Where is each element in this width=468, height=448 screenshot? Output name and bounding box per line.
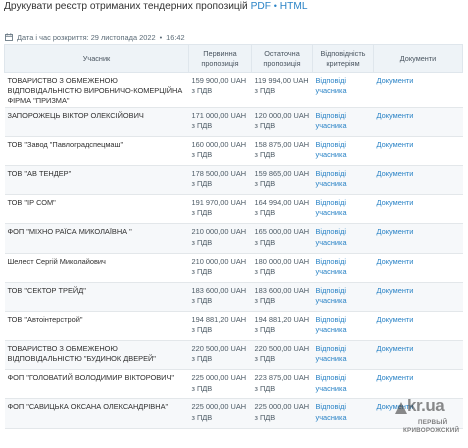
table-row: Шелест Сергій Миколайович 210 000,00 UAH…: [4, 253, 463, 283]
initial-offer: 194 881,20 UAH з ПДВ: [188, 311, 252, 342]
table-row: ТОВАРИСТВО З ОБМЕЖЕНОЮ ВІДПОВІДАЛЬНІСТЮ …: [4, 72, 463, 108]
participant-name: ТОВАРИСТВО З ОБМЕЖЕНОЮ ВІДПОВІДАЛЬНІСТЮ …: [4, 72, 189, 108]
participant-answers-link[interactable]: Відповіді учасника: [312, 340, 374, 371]
final-offer: 180 000,00 UAH з ПДВ: [251, 253, 313, 283]
participant-name: ФОП "САВИЦЬКА ОКСАНА ОЛЕКСАНДРІВНА": [4, 398, 189, 429]
participant-answers-link[interactable]: Відповіді учасника: [312, 311, 374, 342]
documents-link[interactable]: Документи: [373, 223, 463, 254]
participant-answers-link[interactable]: Відповіді учасника: [312, 369, 374, 400]
table-row: ЗАПОРОЖЕЦЬ ВІКТОР ОЛЕКСІЙОВИЧ 171 000,00…: [4, 107, 463, 137]
participant-answers-link[interactable]: Відповіді учасника: [312, 253, 374, 283]
initial-offer: 159 900,00 UAH з ПДВ: [188, 72, 252, 108]
initial-offer: 220 500,00 UAH з ПДВ: [188, 340, 252, 371]
watermark-line-2: КРИВОРОЖСКИЙ: [403, 427, 460, 434]
final-offer: 158 875,00 UAH з ПДВ: [251, 136, 313, 166]
participant-name: ФОП "МІХНО РАЇСА МИКОЛАЇВНА ": [4, 223, 189, 254]
final-offer: 119 994,00 UAH з ПДВ: [251, 72, 313, 108]
table-row: ТОВ "ІР СОМ" 191 970,00 UAH з ПДВ 164 99…: [4, 194, 463, 225]
participant-name: ЗАПОРОЖЕЦЬ ВІКТОР ОЛЕКСІЙОВИЧ: [4, 107, 189, 137]
initial-offer: 225 000,00 UAH з ПДВ: [188, 398, 252, 429]
opening-date-text: Дата і час розкриття: 29 листопада 2022: [17, 32, 156, 42]
documents-link[interactable]: Документи: [373, 253, 463, 283]
participant-name: ТОВ "Завод "Павлоградспецмаш": [4, 136, 189, 166]
documents-link[interactable]: Документи: [373, 72, 463, 108]
html-link[interactable]: HTML: [280, 1, 308, 12]
watermark-site-name: kr.ua: [407, 396, 445, 415]
documents-link[interactable]: Документи: [373, 107, 463, 137]
table-row: ТОВАРИСТВО З ОБМЕЖЕНОЮ ВІДПОВІДАЛЬНІСТЮ …: [4, 340, 463, 371]
participant-answers-link[interactable]: Відповіді учасника: [312, 107, 374, 137]
table-row: ТОВ "Автоінтерстрой" 194 881,20 UAH з ПД…: [4, 311, 463, 342]
documents-link[interactable]: Документи: [373, 194, 463, 225]
opening-time: 16:42: [166, 32, 185, 42]
participant-answers-link[interactable]: Відповіді учасника: [312, 398, 374, 429]
initial-offer: 225 000,00 UAH з ПДВ: [188, 369, 252, 400]
page-title: Друкувати реєстр отриманих тендерних про…: [4, 1, 248, 12]
initial-offer: 178 500,00 UAH з ПДВ: [188, 165, 252, 196]
initial-offer: 183 600,00 UAH з ПДВ: [188, 282, 252, 312]
table-row: ТОВ "СЕКТОР ТРЕЙД" 183 600,00 UAH з ПДВ …: [4, 282, 463, 312]
final-offer: 194 881,20 UAH з ПДВ: [251, 311, 313, 342]
participant-answers-link[interactable]: Відповіді учасника: [312, 136, 374, 166]
bids-table: Учасник Первинна пропозиція Остаточна пр…: [4, 44, 463, 429]
documents-link[interactable]: Документи: [373, 165, 463, 196]
participant-answers-link[interactable]: Відповіді учасника: [312, 282, 374, 312]
participant-answers-link[interactable]: Відповіді учасника: [312, 194, 374, 225]
final-offer: 164 994,00 UAH з ПДВ: [251, 194, 313, 225]
final-offer: 120 000,00 UAH з ПДВ: [251, 107, 313, 137]
table-row: ТОВ "Завод "Павлоградспецмаш" 160 000,00…: [4, 136, 463, 166]
calendar-icon: [5, 33, 13, 41]
documents-link[interactable]: Документи: [373, 282, 463, 312]
table-row: ТОВ "АВ ТЕНДЕР" 178 500,00 UAH з ПДВ 159…: [4, 165, 463, 196]
participant-name: ТОВ "ІР СОМ": [4, 194, 189, 225]
participant-answers-link[interactable]: Відповіді учасника: [312, 223, 374, 254]
separator-dot: •: [159, 32, 163, 42]
participant-answers-link[interactable]: Відповіді учасника: [312, 72, 374, 108]
separator-dot: •: [273, 1, 277, 11]
table-header-row: Учасник Первинна пропозиція Остаточна пр…: [4, 44, 463, 73]
final-offer: 165 000,00 UAH з ПДВ: [251, 223, 313, 254]
column-header-participant: Учасник: [4, 44, 189, 73]
participant-name: ТОВ "АВ ТЕНДЕР": [4, 165, 189, 196]
column-header-documents: Документи: [373, 44, 463, 73]
participant-name: ТОВАРИСТВО З ОБМЕЖЕНОЮ ВІДПОВІДАЛЬНІСТЮ …: [4, 340, 189, 371]
final-offer: 220 500,00 UAH з ПДВ: [251, 340, 313, 371]
table-row: ФОП "МІХНО РАЇСА МИКОЛАЇВНА " 210 000,00…: [4, 223, 463, 254]
initial-offer: 210 000,00 UAH з ПДВ: [188, 253, 252, 283]
pdf-link[interactable]: PDF: [251, 1, 271, 12]
final-offer: 225 000,00 UAH з ПДВ: [251, 398, 313, 429]
final-offer: 159 865,00 UAH з ПДВ: [251, 165, 313, 196]
watermark-line-1: ПЕРВЫЙ: [418, 419, 448, 426]
initial-offer: 160 000,00 UAH з ПДВ: [188, 136, 252, 166]
print-register-header: Друкувати реєстр отриманих тендерних про…: [4, 1, 308, 15]
documents-link[interactable]: Документи: [373, 340, 463, 371]
participant-answers-link[interactable]: Відповіді учасника: [312, 165, 374, 196]
documents-link[interactable]: Документи: [373, 136, 463, 166]
documents-link[interactable]: Документи: [373, 311, 463, 342]
column-header-final-offer: Остаточна пропозиція: [251, 44, 313, 73]
opening-date: Дата і час розкриття: 29 листопада 2022 …: [5, 31, 185, 43]
participant-name: ФОП "ГОЛОВАТИЙ ВОЛОДИМИР ВІКТОРОВИЧ": [4, 369, 189, 400]
final-offer: 183 600,00 UAH з ПДВ: [251, 282, 313, 312]
column-header-compliance: Відповідність критеріям: [312, 44, 374, 73]
initial-offer: 191 970,00 UAH з ПДВ: [188, 194, 252, 225]
initial-offer: 171 000,00 UAH з ПДВ: [188, 107, 252, 137]
participant-name: ТОВ "СЕКТОР ТРЕЙД": [4, 282, 189, 312]
participant-name: ТОВ "Автоінтерстрой": [4, 311, 189, 342]
final-offer: 223 875,00 UAH з ПДВ: [251, 369, 313, 400]
participant-name: Шелест Сергій Миколайович: [4, 253, 189, 283]
initial-offer: 210 000,00 UAH з ПДВ: [188, 223, 252, 254]
column-header-initial-offer: Первинна пропозиція: [188, 44, 252, 73]
site-watermark: kr.ua ПЕРВЫЙ КРИВОРОЖСКИЙ: [393, 395, 465, 445]
